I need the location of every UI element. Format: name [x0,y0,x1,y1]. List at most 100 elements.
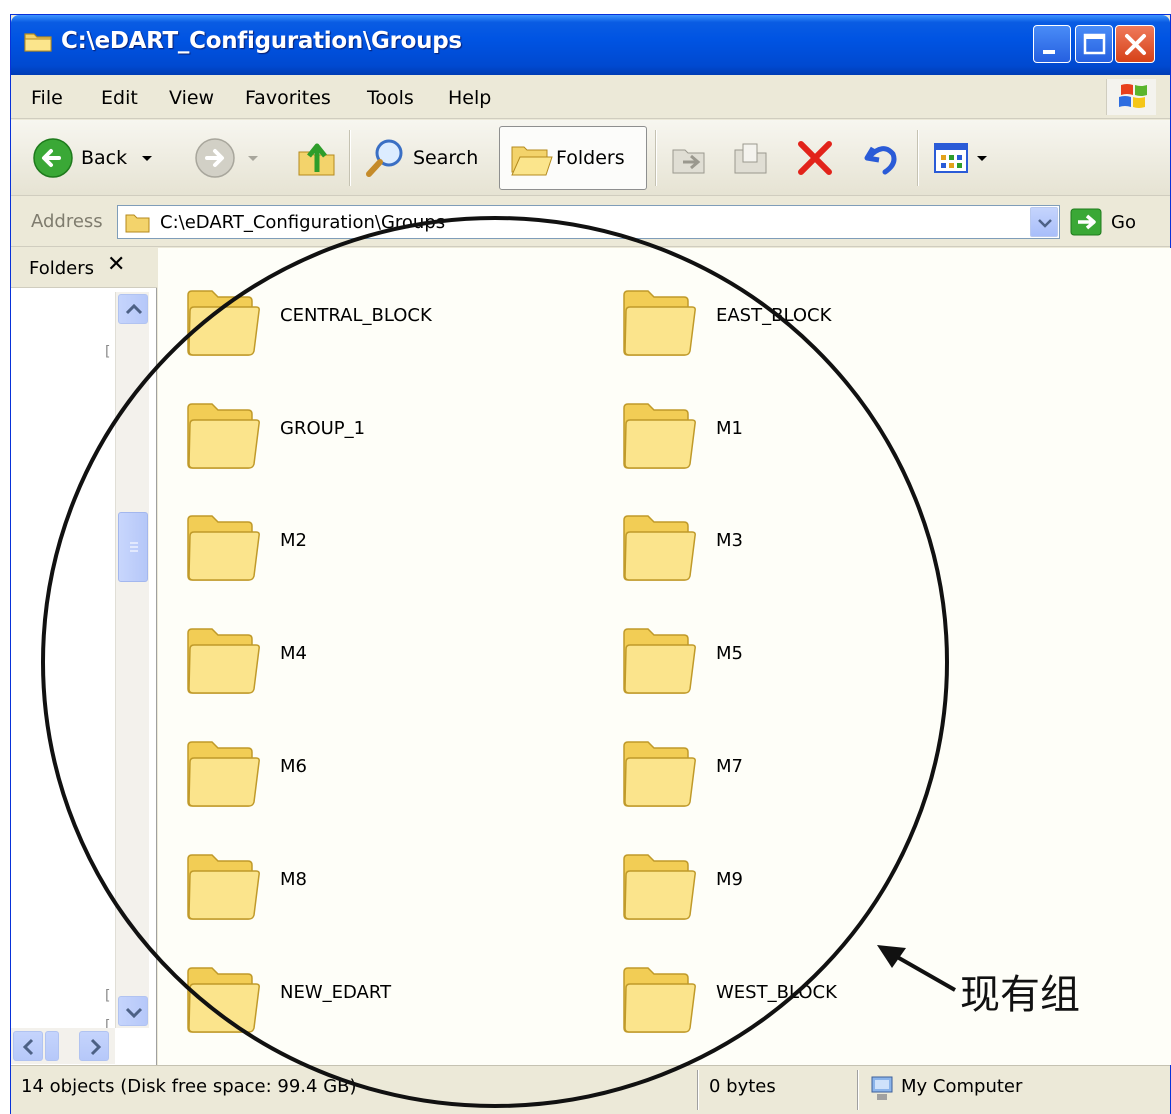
window-title: C:\eDART_Configuration\Groups [61,28,462,54]
views-icon [934,143,968,173]
folder-item[interactable]: GROUP_1 [180,394,600,474]
search-button[interactable]: Search [363,130,478,186]
go-arrow-icon [1070,208,1102,236]
up-folder-button[interactable] [295,130,339,186]
folder-item[interactable]: M4 [180,619,600,699]
folders-pane-title: Folders [29,258,95,279]
folder-name: M8 [280,869,307,890]
chevron-down-icon [977,156,987,161]
windows-logo [1106,79,1156,115]
views-button[interactable] [931,130,989,186]
move-to-icon [672,149,705,174]
folders-toggle-button[interactable]: Folders [499,126,647,190]
menu-file[interactable]: File [31,87,63,109]
folder-icon [187,403,260,469]
delete-icon [798,141,832,175]
folders-horizontal-scrollbar[interactable] [11,1028,115,1064]
go-button[interactable]: Go [1069,205,1159,239]
folders-pane: Folders ✕ [ [ [ [11,248,157,1065]
scroll-right-button[interactable] [79,1031,109,1061]
scroll-down-button[interactable] [118,996,148,1026]
folder-name: GROUP_1 [280,418,366,439]
folder-name: NEW_EDART [280,982,392,1003]
back-label: Back [81,147,128,169]
toolbar-separator [349,130,351,186]
forward-button[interactable] [193,130,265,186]
move-to-button[interactable] [667,130,711,186]
scroll-up-button[interactable] [118,294,148,324]
toolbar: Back Search Folders [11,120,1170,196]
back-button[interactable]: Back [31,130,159,186]
undo-button[interactable] [859,130,903,186]
horizontal-scroll-thumb[interactable] [45,1031,59,1061]
minimize-button[interactable] [1033,25,1071,63]
chevron-left-icon [22,1038,34,1056]
status-size: 0 bytes [709,1076,776,1097]
chevron-right-icon [90,1038,102,1056]
close-pane-icon[interactable]: ✕ [107,252,125,277]
annotation-label: 现有组 [960,972,1080,1018]
chevron-up-icon [125,303,143,315]
menu-tools[interactable]: Tools [367,87,414,109]
forward-arrow-icon [195,138,235,178]
menu-edit[interactable]: Edit [101,87,138,109]
folder-item[interactable]: M2 [180,506,600,586]
search-icon [366,139,403,177]
up-folder-icon [298,143,335,176]
status-location: My Computer [901,1076,1023,1097]
folder-icon [187,854,260,920]
left-margin [0,0,10,1114]
my-computer-icon [871,1076,893,1100]
menu-bar: File Edit View Favorites Tools Help [11,75,1170,119]
scroll-thumb[interactable] [118,512,148,582]
toolbar-separator [917,130,919,186]
folder-icon [125,214,150,233]
grip-icon [130,542,138,552]
delete-button[interactable] [793,130,837,186]
folders-pane-header: Folders ✕ [11,248,157,288]
folder-icon [623,854,696,920]
maximize-button[interactable] [1075,25,1113,63]
chevron-down-icon [125,1007,143,1019]
menu-view[interactable]: View [169,87,214,109]
go-label: Go [1111,211,1136,233]
folder-item[interactable]: M7 [616,732,1036,812]
tree-bracket: [ [105,988,111,1004]
scroll-left-button[interactable] [13,1031,43,1061]
folder-item[interactable]: M3 [616,506,1036,586]
folder-item[interactable]: NEW_EDART [180,958,600,1038]
folder-item[interactable]: M6 [180,732,600,812]
address-label: Address [31,211,103,232]
folder-item[interactable]: M9 [616,845,1036,925]
back-arrow-icon [33,138,73,178]
folder-name: M7 [716,756,743,777]
address-dropdown-button[interactable] [1030,207,1058,237]
undo-icon [864,146,897,175]
folder-icon [623,403,696,469]
folder-item[interactable]: CENTRAL_BLOCK [180,281,600,361]
folder-item[interactable]: M8 [180,845,600,925]
copy-to-button[interactable] [727,130,771,186]
close-button[interactable] [1115,25,1155,63]
title-bar[interactable]: C:\eDART_Configuration\Groups [11,15,1170,75]
menu-help[interactable]: Help [448,87,491,109]
folder-icon [187,741,260,807]
folder-item[interactable]: M1 [616,394,1036,474]
folder-content-area: CENTRAL_BLOCK EAST_BLOCK GROUP_1 M1 M2 M3 M4 M5… [158,248,1171,1065]
copy-to-icon [734,143,767,174]
folder-item[interactable]: EAST_BLOCK [616,281,1036,361]
folder-icon [623,290,696,356]
address-input[interactable]: C:\eDART_Configuration\Groups [117,205,1060,239]
folder-name: M3 [716,530,743,551]
folders-label: Folders [556,147,625,169]
folder-name: EAST_BLOCK [716,305,832,326]
folders-vertical-scrollbar[interactable] [115,292,149,1028]
folder-name: M1 [716,418,743,439]
folders-icon [511,146,553,176]
folder-icon [623,628,696,694]
folder-item[interactable]: M5 [616,619,1036,699]
folder-name: CENTRAL_BLOCK [280,305,432,326]
search-label: Search [413,147,479,169]
menu-favorites[interactable]: Favorites [245,87,331,109]
folder-icon [187,967,260,1033]
